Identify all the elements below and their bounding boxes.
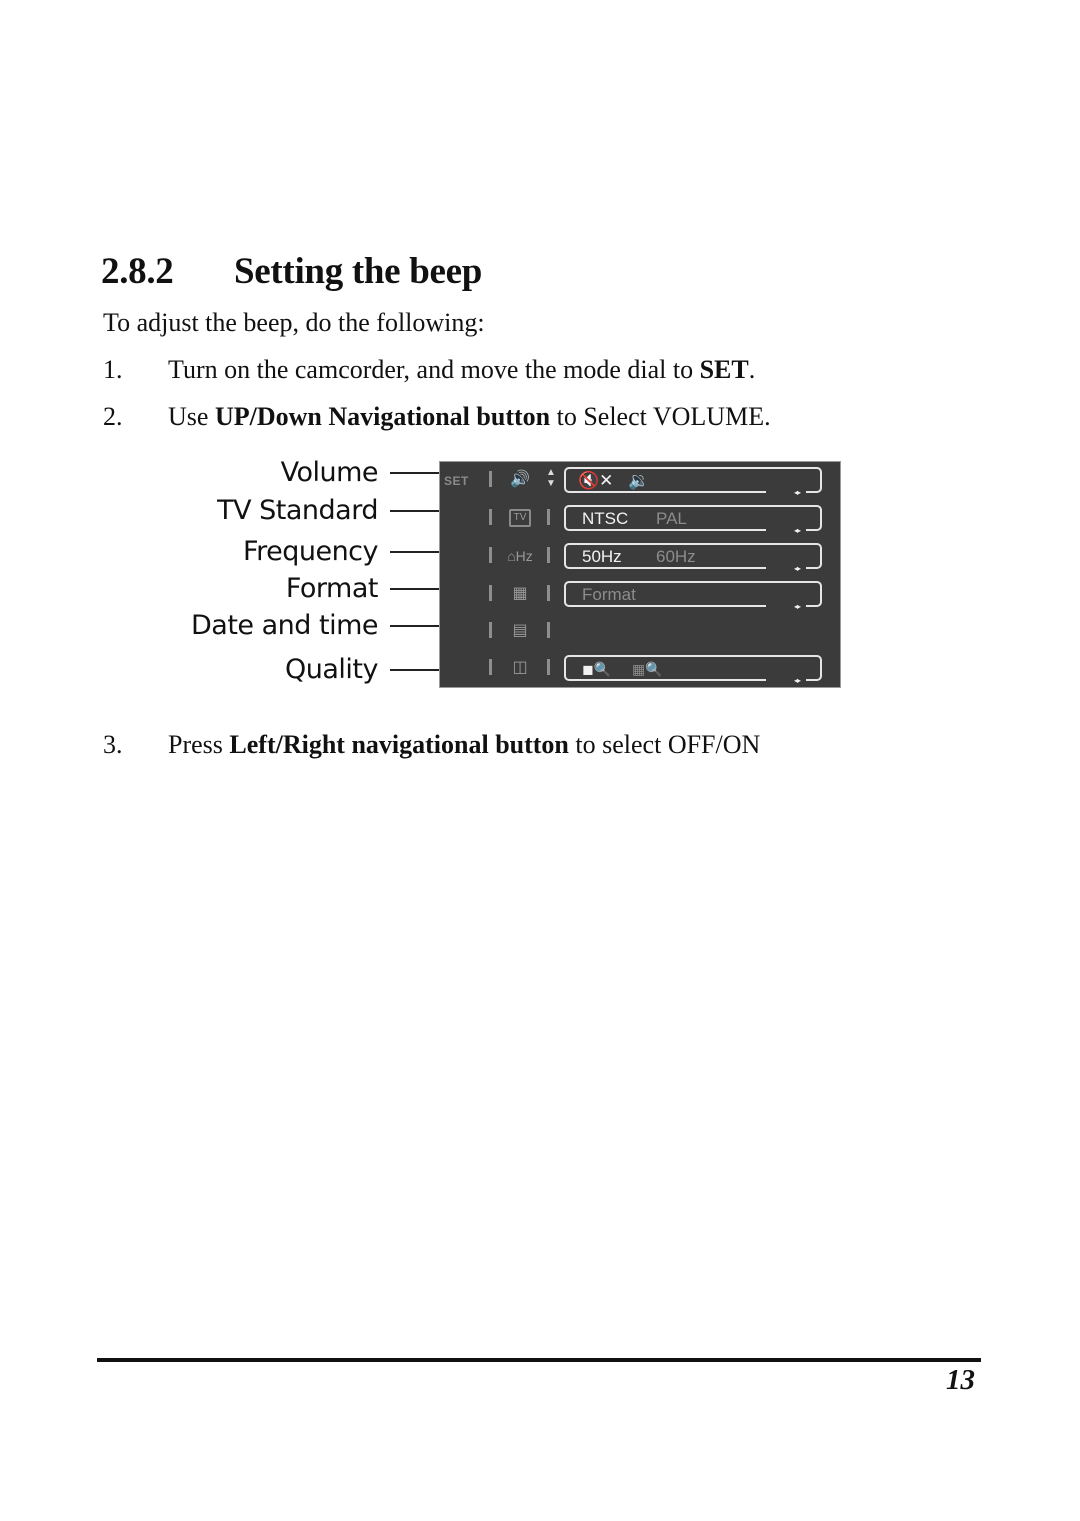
box-gap bbox=[766, 677, 806, 682]
callout-format: Format bbox=[286, 573, 440, 604]
callout-frequency: Frequency bbox=[243, 536, 440, 567]
left-right-arrows-icon: ◂▸ bbox=[793, 676, 801, 685]
callout-label: Frequency bbox=[243, 536, 378, 567]
high-quality-icon[interactable]: ◼🔍 bbox=[582, 659, 611, 679]
option-50hz[interactable]: 50Hz bbox=[582, 547, 622, 567]
frequency-option-box[interactable]: 50Hz 60Hz ◂▸ bbox=[564, 543, 822, 573]
left-right-arrows-icon: ◂▸ bbox=[793, 602, 801, 611]
separator bbox=[489, 585, 492, 601]
separator bbox=[489, 509, 492, 525]
separator bbox=[489, 547, 492, 563]
step-bold: Left/Right navigational button bbox=[229, 730, 569, 759]
tv-standard-option-box[interactable]: NTSC PAL ◂▸ bbox=[564, 505, 822, 535]
step-3: 3. Press Left/Right navigational button t… bbox=[103, 730, 760, 760]
step-text: to select OFF/ON bbox=[568, 730, 761, 759]
callout-tv-standard: TV Standard bbox=[217, 495, 440, 526]
box-gap bbox=[766, 489, 806, 494]
volume-icon: 🔊 bbox=[510, 471, 530, 488]
separator bbox=[547, 547, 550, 563]
step-number: 2. bbox=[103, 402, 123, 431]
callout-label: Volume bbox=[280, 457, 379, 488]
speaker-icon[interactable]: 🔉 bbox=[628, 471, 649, 491]
up-down-arrows-icon: ▲ ▼ bbox=[546, 467, 556, 489]
intro-text: To adjust the beep, do the following: bbox=[103, 308, 485, 337]
section-number: 2.8.2 bbox=[101, 251, 174, 292]
callout-line bbox=[390, 668, 440, 671]
separator bbox=[489, 622, 492, 638]
separator bbox=[547, 659, 550, 675]
callout-quality: Quality bbox=[285, 654, 440, 685]
section-title: Setting the beep bbox=[234, 251, 483, 292]
settings-row-quality[interactable]: ◫ ◼🔍 ▦🔍 ◂▸ bbox=[440, 653, 840, 685]
section-heading: 2.8.2 Setting the beep bbox=[101, 250, 482, 293]
settings-row-format[interactable]: ▦ Format ◂▸ bbox=[440, 579, 840, 611]
callout-date-and-time: Date and time bbox=[191, 610, 440, 641]
step-number: 1. bbox=[103, 355, 123, 384]
callout-line bbox=[390, 550, 440, 553]
callout-line bbox=[390, 624, 440, 627]
separator bbox=[547, 509, 550, 525]
step-text: Press bbox=[168, 730, 230, 759]
left-right-arrows-icon: ◂▸ bbox=[793, 488, 801, 497]
step-text: Turn on the camcorder, and move the mode… bbox=[168, 355, 700, 384]
option-pal[interactable]: PAL bbox=[656, 509, 687, 529]
format-icon: ▦ bbox=[512, 585, 528, 602]
left-right-arrows-icon: ◂▸ bbox=[793, 564, 801, 573]
callout-line bbox=[390, 509, 440, 512]
step-2: 2. Use UP/Down Navigational button to Sel… bbox=[103, 402, 771, 432]
settings-row-volume[interactable]: SET 🔊 ▲ ▼ 🔇✕ 🔉 ◂▸ bbox=[440, 465, 840, 497]
page-number: 13 bbox=[946, 1364, 975, 1396]
set-tab: SET bbox=[444, 474, 469, 488]
camcorder-settings-screen: SET 🔊 ▲ ▼ 🔇✕ 🔉 ◂▸ TV NTSC PAL ◂▸ ⌂Hz 50Hz… bbox=[439, 461, 841, 688]
separator bbox=[547, 585, 550, 601]
step-1: 1. Turn on the camcorder, and move the mo… bbox=[103, 355, 755, 385]
callout-volume: Volume bbox=[281, 457, 440, 488]
step-bold: SET bbox=[699, 355, 749, 384]
tv-icon: TV bbox=[509, 509, 531, 527]
separator bbox=[547, 622, 550, 638]
box-gap bbox=[766, 603, 806, 608]
settings-row-tv-standard[interactable]: TV NTSC PAL ◂▸ bbox=[440, 503, 840, 535]
separator bbox=[489, 659, 492, 675]
format-option-box[interactable]: Format ◂▸ bbox=[564, 581, 822, 611]
step-text: to Select VOLUME. bbox=[550, 402, 771, 431]
step-bold: UP/Down Navigational button bbox=[214, 402, 551, 431]
normal-quality-icon[interactable]: ▦🔍 bbox=[632, 659, 663, 679]
callout-label: TV Standard bbox=[217, 495, 378, 526]
callout-label: Format bbox=[285, 573, 379, 604]
step-number: 3. bbox=[103, 730, 123, 759]
callout-label: Date and time bbox=[191, 610, 379, 641]
settings-row-frequency[interactable]: ⌂Hz 50Hz 60Hz ◂▸ bbox=[440, 541, 840, 573]
option-ntsc[interactable]: NTSC bbox=[582, 509, 628, 529]
box-gap bbox=[766, 527, 806, 532]
quality-option-box[interactable]: ◼🔍 ▦🔍 ◂▸ bbox=[564, 655, 822, 685]
step-text: Use bbox=[168, 402, 215, 431]
callout-line bbox=[390, 587, 440, 590]
mute-icon[interactable]: 🔇✕ bbox=[578, 471, 613, 491]
quality-icon: ◫ bbox=[512, 659, 528, 676]
left-right-arrows-icon: ◂▸ bbox=[793, 526, 801, 535]
box-gap bbox=[766, 565, 806, 570]
settings-row-date-time[interactable]: ▤ bbox=[440, 616, 840, 646]
frequency-icon: ⌂Hz bbox=[507, 548, 533, 564]
callout-line bbox=[390, 471, 440, 474]
footer-rule bbox=[97, 1358, 981, 1362]
volume-option-box[interactable]: 🔇✕ 🔉 ◂▸ bbox=[564, 467, 822, 497]
date-time-icon: ▤ bbox=[512, 622, 528, 639]
figure-callouts: Volume TV Standard Frequency Format Date… bbox=[170, 455, 440, 690]
step-text: . bbox=[748, 355, 756, 384]
option-60hz[interactable]: 60Hz bbox=[656, 547, 696, 567]
callout-label: Quality bbox=[285, 654, 378, 685]
separator bbox=[489, 471, 492, 487]
option-format[interactable]: Format bbox=[582, 585, 636, 605]
